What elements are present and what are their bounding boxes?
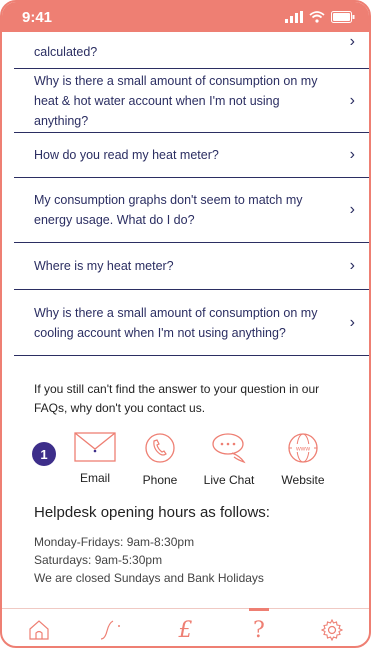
phone-label: Phone bbox=[142, 473, 178, 487]
faq-item[interactable]: How do you read my heat meter? › bbox=[14, 133, 369, 178]
website-button[interactable]: www Website bbox=[268, 432, 338, 487]
faq-question: calculated? bbox=[34, 45, 98, 59]
tab-usage[interactable] bbox=[87, 609, 137, 646]
live-chat-button[interactable]: Live Chat bbox=[194, 432, 264, 487]
tab-bar: £ ? bbox=[2, 608, 369, 646]
phone-icon bbox=[145, 433, 175, 463]
faq-question: My consumption graphs don't seem to matc… bbox=[34, 193, 303, 227]
faq-question: Why is there a small amount of consumpti… bbox=[34, 73, 318, 128]
tab-settings[interactable] bbox=[307, 609, 357, 646]
www-globe-icon: www bbox=[288, 433, 318, 463]
hours-line: We are closed Sundays and Bank Holidays bbox=[34, 571, 264, 585]
graph-icon bbox=[101, 620, 121, 640]
signal-icon bbox=[285, 11, 303, 23]
battery-icon bbox=[331, 11, 355, 23]
faq-item[interactable]: Where is my heat meter? › bbox=[14, 243, 369, 290]
faq-question: Why is there a small amount of consumpti… bbox=[34, 305, 318, 340]
hours-line: Saturdays: 9am-5:30pm bbox=[34, 553, 163, 567]
live-chat-label: Live Chat bbox=[203, 473, 255, 487]
pound-icon: £ bbox=[178, 617, 193, 643]
email-button[interactable]: Email bbox=[60, 432, 130, 485]
faq-item[interactable]: Why is there a small amount of consumpti… bbox=[14, 290, 369, 356]
chevron-right-icon: › bbox=[349, 91, 355, 109]
chevron-right-icon: › bbox=[349, 257, 355, 274]
tab-help[interactable]: ? bbox=[234, 608, 284, 646]
chevron-right-icon: › bbox=[349, 146, 355, 163]
email-label: Email bbox=[79, 471, 110, 485]
status-icons bbox=[285, 11, 355, 23]
wifi-icon bbox=[309, 11, 325, 23]
chevron-right-icon: › bbox=[349, 33, 355, 50]
faq-question: Where is my heat meter? bbox=[34, 259, 174, 273]
chevron-right-icon: › bbox=[349, 201, 355, 218]
faq-item-partial[interactable]: calculated? › bbox=[14, 32, 369, 69]
tab-billing[interactable]: £ bbox=[160, 609, 210, 646]
contact-options: 1 Email Phone Live Chat www Website bbox=[32, 432, 342, 487]
faq-question: How do you read my heat meter? bbox=[34, 148, 219, 162]
website-label: Website bbox=[281, 473, 325, 487]
step-badge: 1 bbox=[32, 442, 56, 466]
phone-button[interactable]: Phone bbox=[125, 432, 195, 487]
faq-list: calculated? › Why is there a small amoun… bbox=[14, 32, 369, 356]
settings-icon bbox=[321, 619, 344, 641]
hours-line: Monday-Fridays: 9am-8:30pm bbox=[34, 535, 195, 549]
envelope-icon bbox=[74, 432, 116, 462]
helpdesk-hours: Monday-Fridays: 9am-8:30pm Saturdays: 9a… bbox=[34, 533, 264, 587]
contact-intro: If you still can't find the answer to yo… bbox=[34, 382, 320, 415]
faq-item[interactable]: Why is there a small amount of consumpti… bbox=[14, 69, 369, 133]
chevron-right-icon: › bbox=[349, 313, 355, 331]
home-icon bbox=[29, 620, 49, 640]
faq-item[interactable]: My consumption graphs don't seem to matc… bbox=[14, 178, 369, 243]
question-icon: ? bbox=[252, 617, 265, 643]
chat-bubble-icon bbox=[212, 433, 246, 464]
status-bar: 9:41 bbox=[2, 2, 369, 32]
svg-text:www: www bbox=[295, 446, 310, 453]
phone-frame: 9:41 calculated? › Why is there a small … bbox=[0, 0, 371, 648]
status-time: 9:41 bbox=[22, 8, 53, 26]
helpdesk-title: Helpdesk opening hours as follows: bbox=[34, 504, 270, 521]
tab-home[interactable] bbox=[14, 609, 64, 646]
